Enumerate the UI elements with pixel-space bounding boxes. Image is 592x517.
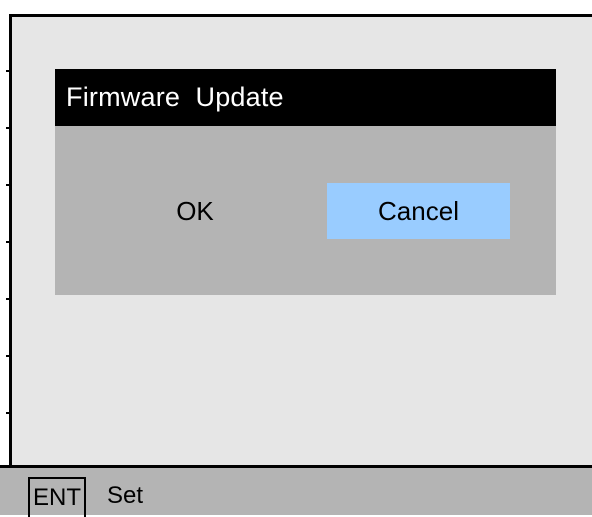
firmware-update-dialog: Firmware Update OK Cancel [55, 69, 556, 295]
dialog-title: Firmware Update [55, 69, 556, 126]
edge-tick [6, 184, 9, 186]
device-screen: Firmware Update OK Cancel ENT Set [0, 0, 592, 517]
edge-tick [6, 241, 9, 243]
edge-tick [6, 127, 9, 129]
edge-tick [6, 70, 9, 72]
set-action-label: Set [107, 482, 144, 509]
ok-button[interactable]: OK [150, 183, 240, 239]
edge-tick [6, 298, 9, 300]
ent-key-label[interactable]: ENT [28, 477, 86, 517]
edge-tick [6, 355, 9, 357]
cancel-button[interactable]: Cancel [327, 183, 510, 239]
softkey-bar: ENT Set [0, 465, 592, 517]
edge-tick [6, 412, 9, 414]
